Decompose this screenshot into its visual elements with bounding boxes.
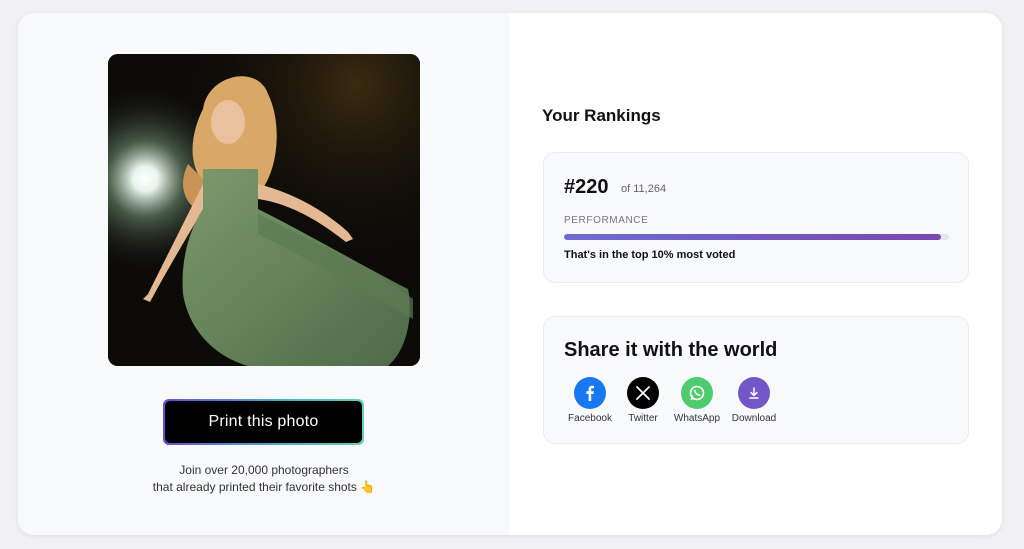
submitted-photo xyxy=(108,54,420,366)
facebook-icon xyxy=(574,377,606,409)
share-facebook-button[interactable]: Facebook xyxy=(560,377,620,424)
rank-total: of 11,264 xyxy=(621,183,667,195)
performance-bar-fill xyxy=(564,234,942,240)
share-card: Share it with the world Facebook Twitter… xyxy=(543,316,969,444)
pointing-hand-icon: 👆 xyxy=(360,480,376,494)
performance-summary: That's in the top 10% most voted xyxy=(564,249,736,261)
print-photo-button[interactable]: Print this photo xyxy=(163,399,364,445)
share-whatsapp-button[interactable]: WhatsApp xyxy=(667,377,727,424)
download-icon xyxy=(738,377,770,409)
performance-bar xyxy=(564,234,949,240)
share-facebook-label: Facebook xyxy=(568,413,612,424)
share-whatsapp-label: WhatsApp xyxy=(673,413,721,424)
print-photo-label: Print this photo xyxy=(165,401,362,443)
result-card: Print this photo Join over 20,000 photog… xyxy=(18,13,1002,535)
share-twitter-label: Twitter xyxy=(628,413,658,424)
join-text-line2-label: that already printed their favorite shot… xyxy=(152,480,357,494)
x-icon xyxy=(627,377,659,409)
share-download-button[interactable]: Download xyxy=(724,377,784,424)
share-download-label: Download xyxy=(731,413,777,424)
photo-panel: Print this photo Join over 20,000 photog… xyxy=(18,13,510,535)
share-title: Share it with the world xyxy=(564,339,778,361)
performance-label: PERFORMANCE xyxy=(564,215,649,226)
rankings-title: Your Rankings xyxy=(542,106,661,125)
join-text-line1: Join over 20,000 photographers xyxy=(179,463,349,477)
rank-number: #220 xyxy=(564,176,609,198)
rankings-panel: Your Rankings #220 of 11,264 PERFORMANCE… xyxy=(510,13,1002,535)
ranking-card: #220 of 11,264 PERFORMANCE That's in the… xyxy=(543,152,969,283)
share-twitter-button[interactable]: Twitter xyxy=(613,377,673,424)
whatsapp-icon xyxy=(681,377,713,409)
join-text-line2: that already printed their favorite shot… xyxy=(18,479,510,496)
